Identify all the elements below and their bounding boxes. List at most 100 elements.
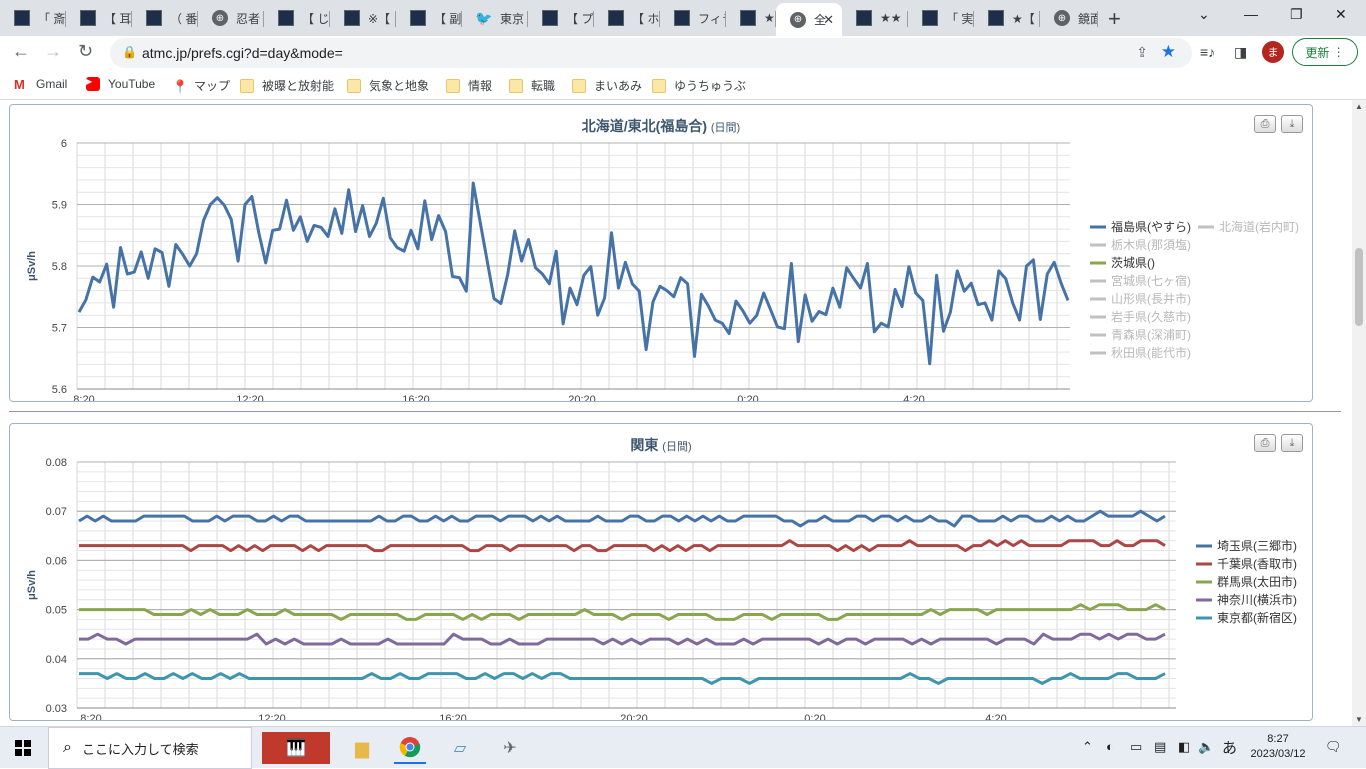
minimize-button[interactable]: — — [1244, 6, 1258, 22]
bookmark-label: 転職 — [531, 79, 556, 93]
bookmark-folder-maiami[interactable]: まいあみ — [572, 77, 642, 94]
browser-tab[interactable]: ★★ — [842, 4, 908, 32]
notepad-app-icon[interactable]: ▱ — [444, 732, 476, 764]
bookmark-folder-info[interactable]: 情報 — [446, 77, 492, 94]
taskbar-search[interactable]: ⌕ ここに入力して検索 — [48, 727, 252, 769]
legend-item: 岩手県(久慈市) — [1111, 309, 1191, 324]
side-panel-icon[interactable]: ◨ — [1234, 44, 1247, 61]
tray-battery-icon[interactable]: ▭ — [1130, 739, 1142, 755]
tab-label: ★★ — [880, 11, 902, 25]
youtube-icon: ▶ — [86, 77, 100, 91]
browser-tab[interactable]: 【 ホ — [594, 4, 660, 32]
series-line — [77, 181, 1070, 366]
y-tick-label: 0.05 — [46, 605, 67, 617]
new-tab-button[interactable]: + — [1108, 6, 1121, 32]
bookmark-label: 情報 — [468, 79, 493, 93]
tray-app-icon[interactable]: ◐ — [1106, 739, 1114, 754]
browser-tab[interactable]: 🐦 東京 — [462, 4, 528, 32]
tab-label: 忍者 — [236, 11, 261, 26]
browser-tab[interactable]: 「 実 — [908, 4, 974, 32]
bookmark-label: YouTube — [108, 77, 156, 91]
y-tick-label: 0.04 — [46, 654, 67, 666]
taskbar-app-piano-icon[interactable]: 🎹 — [262, 732, 330, 764]
x-tick-label: 0:20 — [737, 394, 758, 401]
y-tick-label: 5.8 — [52, 261, 67, 273]
browser-tab[interactable]: ※【 — [330, 4, 396, 32]
y-tick-label: 5.9 — [52, 200, 67, 212]
browser-tab[interactable]: ★【 — [974, 4, 1040, 32]
tray-volume-icon[interactable]: ◧ — [1178, 739, 1190, 755]
dark-site-icon — [922, 10, 938, 26]
browser-tab[interactable]: 【 耳 — [66, 4, 132, 32]
browser-tab[interactable]: ⊕ 忍者 — [198, 4, 264, 32]
browser-tab[interactable]: 【 じ — [264, 4, 330, 32]
file-explorer-icon[interactable]: ▆ — [346, 732, 378, 764]
speaker-icon[interactable]: 🔈 — [1198, 739, 1214, 755]
windows-start-icon[interactable] — [15, 740, 31, 756]
browser-tab[interactable]: ⊕ 鏡面 — [1040, 4, 1098, 32]
chrome-icon[interactable] — [394, 732, 426, 764]
legend-item: 東京都(新宿区) — [1217, 610, 1297, 625]
url-text[interactable]: atmc.jp/prefs.cgi?d=day&mode= — [142, 45, 343, 61]
bookmark-gmail[interactable]: M Gmail — [14, 77, 68, 92]
maximize-button[interactable]: ❐ — [1290, 6, 1303, 23]
bookmark-folder-youtube[interactable]: ゆうちゅうぶ — [652, 77, 746, 94]
update-button[interactable]: 更新 ⋮ — [1292, 38, 1358, 66]
legend-item: 北海道(岩内町) — [1219, 219, 1299, 234]
folder-icon: ▆ — [355, 737, 369, 758]
share-icon[interactable]: ⇪ — [1136, 44, 1148, 61]
tray-network-icon[interactable]: ▤ — [1154, 739, 1166, 755]
legend-item: 神奈川(横浜市) — [1217, 592, 1297, 607]
browser-tab[interactable]: 「 斎 — [0, 4, 66, 32]
tray-chevron-icon[interactable]: ⌃ — [1082, 739, 1093, 755]
close-window-button[interactable]: ✕ — [1335, 6, 1347, 23]
page-scrollbar[interactable]: ▲ ▼ — [1352, 100, 1366, 726]
bookmark-maps[interactable]: 📍 マップ — [172, 77, 230, 94]
scroll-thumb[interactable] — [1355, 248, 1363, 326]
browser-tab[interactable]: 【 プ — [528, 4, 594, 32]
browser-tab[interactable]: 【 副 — [396, 4, 462, 32]
forward-button[interactable]: → — [44, 41, 62, 62]
tab-search-icon[interactable]: ⌄ — [1198, 6, 1210, 23]
avatar[interactable]: ま — [1262, 41, 1284, 63]
y-axis-label: μSv/h — [26, 251, 38, 281]
legend-item: 茨城県() — [1111, 256, 1155, 270]
ime-indicator[interactable]: あ — [1222, 737, 1237, 758]
tab-label: フィラ — [698, 11, 726, 26]
browser-tab[interactable]: （ 番 — [132, 4, 198, 32]
y-tick-label: 6 — [61, 138, 67, 150]
browser-tab[interactable]: ⊕ 全 ✕ — [776, 3, 842, 36]
lock-icon[interactable]: 🔒 — [122, 45, 137, 59]
address-bar[interactable]: 🔒 atmc.jp/prefs.cgi?d=day&mode= ⇪ ★ — [110, 38, 1192, 68]
search-icon: ⌕ — [63, 739, 72, 756]
chart-panel-kanto: 関東 (日間) ⎙ ⤓ 0.03 0.04 0.05 0.06 0.07 0.08 μSv/… — [9, 423, 1313, 721]
legend-item: 千葉県(香取市) — [1217, 556, 1297, 571]
tab-strip: + ⌄ — ❐ ✕ 「 斎 【 耳 （ 番 ⊕ 忍者 【 じ ※【 【 副 🐦 東京 【 プ 【 ホ フ… — [0, 0, 1366, 36]
section-divider — [9, 411, 1341, 412]
bookmark-youtube[interactable]: ▶ YouTube — [86, 77, 155, 91]
bookmark-folder-job[interactable]: 転職 — [509, 77, 555, 94]
legend-item: 福島県(やすら) — [1111, 219, 1191, 234]
reload-button[interactable]: ↻ — [78, 41, 93, 62]
x-tick-label: 8:20 — [80, 713, 101, 720]
airplane-icon: ✈ — [503, 740, 517, 757]
scroll-up-icon[interactable]: ▲ — [1355, 102, 1363, 111]
update-label: 更新 — [1305, 45, 1330, 60]
dark-site-icon — [542, 10, 558, 26]
back-button[interactable]: ← — [12, 41, 30, 62]
airplane-app-icon[interactable]: ✈ — [494, 732, 526, 764]
bookmark-folder-weather[interactable]: 気象と地象 — [347, 77, 429, 94]
browser-tab[interactable]: フィラ — [660, 4, 726, 32]
x-tick-label: 12:20 — [258, 713, 286, 720]
browser-tab[interactable]: ★★ — [726, 4, 776, 32]
x-tick-label: 4:20 — [903, 394, 924, 401]
notification-icon[interactable]: 🗨 — [1325, 739, 1342, 755]
bookmark-star-icon[interactable]: ★ — [1161, 42, 1176, 62]
taskbar-clock[interactable]: 8:27 2023/03/12 — [1242, 732, 1314, 762]
bookmark-folder-radiation[interactable]: 被曝と放射能 — [240, 77, 334, 94]
scroll-down-icon[interactable]: ▼ — [1355, 715, 1363, 724]
close-tab-icon[interactable]: ✕ — [823, 12, 834, 28]
bookmark-label: 気象と地象 — [369, 79, 430, 93]
bookmark-label: Gmail — [36, 77, 68, 91]
media-icon[interactable]: ≡♪ — [1200, 44, 1215, 60]
